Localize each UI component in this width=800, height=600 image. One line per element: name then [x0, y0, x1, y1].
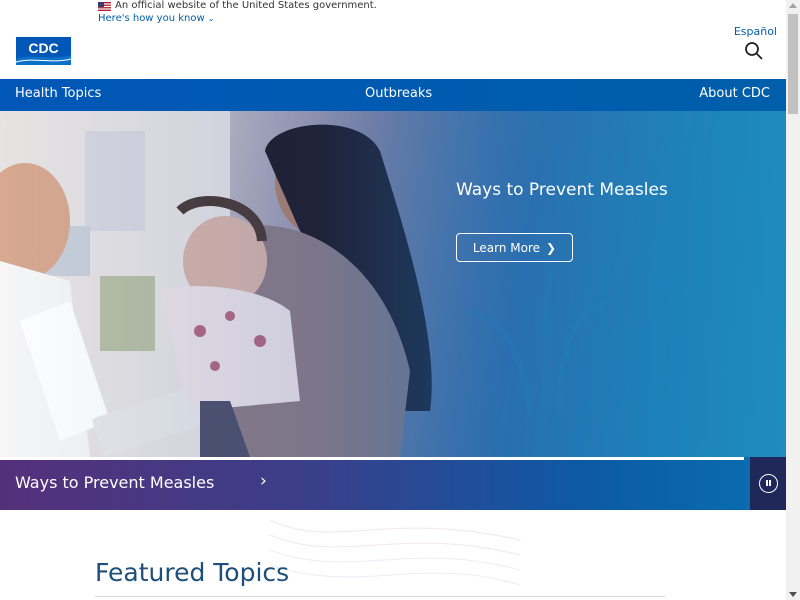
hero-overlay — [0, 111, 786, 457]
scroll-down-arrow-icon[interactable] — [789, 592, 797, 597]
cdc-logo[interactable]: CDC — [16, 37, 71, 65]
nav-item-outbreaks[interactable]: Outbreaks — [365, 86, 432, 101]
nav-item-health-topics[interactable]: Health Topics — [15, 86, 101, 101]
chevron-down-icon: ⌄ — [207, 14, 215, 23]
decorative-waves — [270, 519, 520, 586]
page-scrollbar[interactable] — [786, 0, 800, 600]
logo-text: CDC — [28, 40, 58, 56]
chevron-right-icon: ❯ — [546, 240, 557, 255]
gov-banner-text: An official website of the United States… — [115, 0, 377, 11]
hero-heading: Ways to Prevent Measles — [456, 180, 668, 200]
nav-item-about-cdc[interactable]: About CDC — [699, 86, 770, 101]
carousel-caption-bar: Ways to Prevent Measles › — [0, 457, 786, 510]
hero-banner: Ways to Prevent Measles Learn More ❯ — [0, 111, 786, 457]
espanol-link[interactable]: Español — [734, 25, 777, 38]
chevron-right-icon: › — [260, 471, 267, 491]
scroll-up-arrow-icon[interactable] — [789, 3, 797, 8]
heres-how-you-know-label: Here's how you know — [98, 13, 205, 24]
featured-topics-section: Featured Topics — [0, 510, 786, 600]
carousel-pause-button[interactable] — [750, 457, 786, 510]
main-nav: Health Topics Outbreaks About CDC — [0, 79, 786, 111]
us-flag-icon — [98, 2, 111, 11]
search-icon[interactable] — [744, 41, 764, 61]
pause-icon — [759, 474, 778, 493]
heres-how-you-know-link[interactable]: Here's how you know ⌄ — [98, 13, 215, 24]
carousel-slide-link[interactable]: Ways to Prevent Measles — [15, 473, 214, 492]
divider — [95, 596, 665, 597]
gov-banner: An official website of the United States… — [0, 0, 786, 25]
carousel-progress-bar — [0, 457, 744, 460]
scroll-thumb[interactable] — [788, 14, 798, 114]
featured-topics-heading: Featured Topics — [95, 558, 290, 587]
learn-more-button[interactable]: Learn More ❯ — [456, 233, 573, 262]
site-header: CDC Español — [0, 25, 786, 79]
learn-more-label: Learn More — [472, 240, 541, 255]
